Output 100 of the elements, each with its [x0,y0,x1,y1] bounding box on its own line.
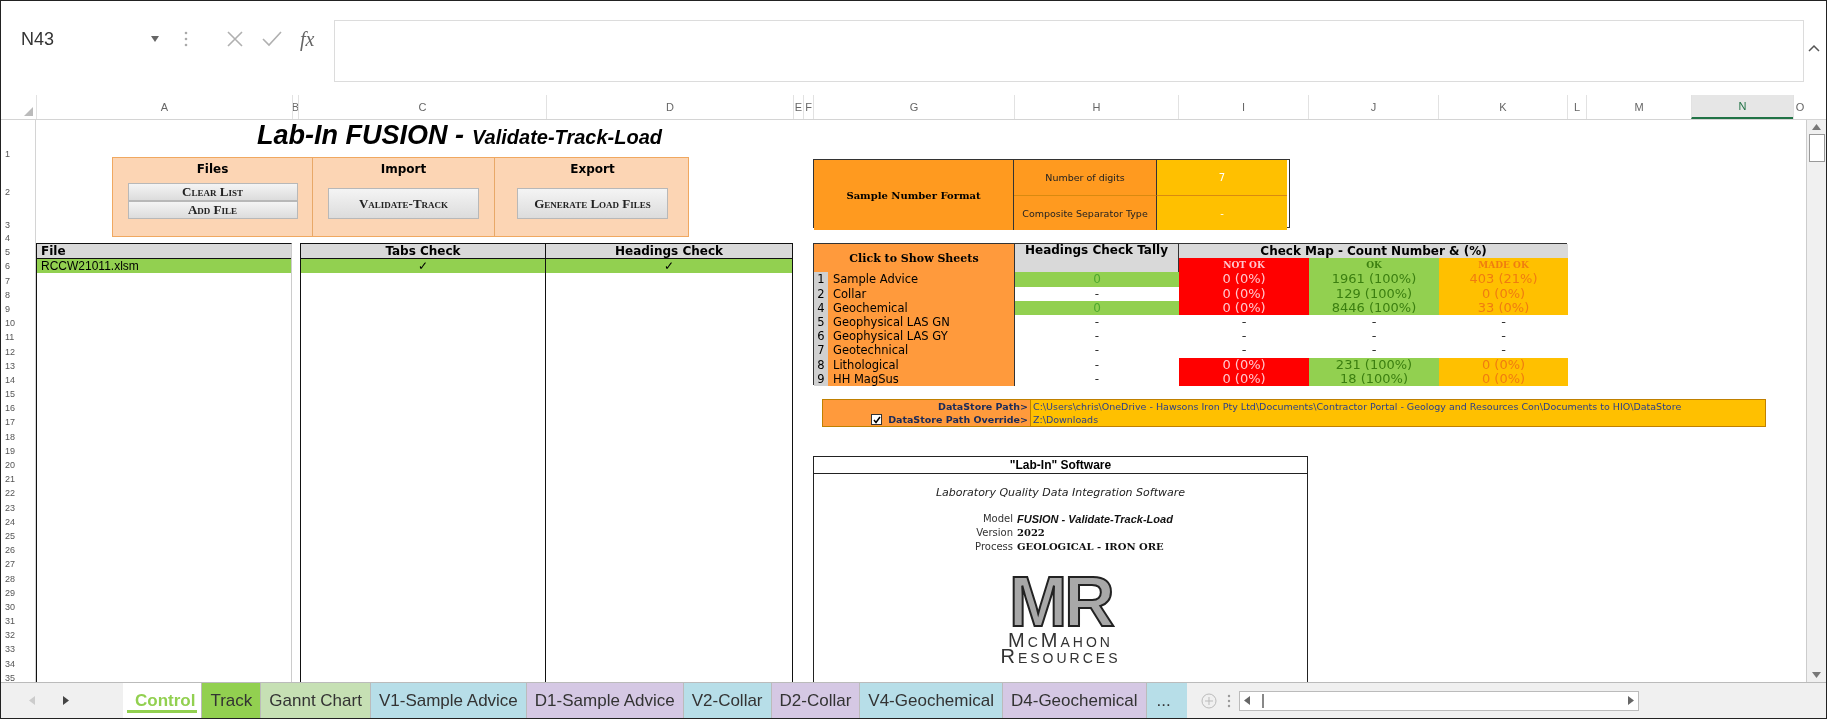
path-value[interactable]: C:\Users\chris\OneDrive - Hawsons Iron Pty Ltd\Documents\Contractor Portal - Geology and Resources Con\Documents to HIO\DataStore [1031,400,1765,414]
column-header[interactable]: C [298,95,546,119]
column-header[interactable]: D [546,95,793,119]
row-number[interactable]: 8 [1,285,36,300]
macro-button[interactable]: Add File [127,201,298,219]
row-number[interactable]: 22 [1,484,36,499]
row-number[interactable]: 29 [1,583,36,598]
table-cell: 1961 (100%) [1309,272,1439,287]
dropdown-icon[interactable] [150,36,160,42]
formula-input[interactable] [334,20,1804,82]
insert-function-button[interactable]: fx [300,27,315,51]
select-all-icon[interactable] [24,107,33,116]
sheet-tab[interactable]: V4-Geochemical [860,683,1003,718]
column-header[interactable]: G [813,95,1014,119]
group-heading: Files [196,162,229,176]
sheet-link[interactable]: Geophysical LAS GY [833,329,948,344]
path-value[interactable]: Z:\Downloads [1031,413,1765,427]
sheet-tab[interactable]: V1-Sample Advice [370,683,527,718]
name-box[interactable]: N43 [13,20,176,58]
sheet-tab[interactable]: Track [202,683,262,718]
sheet-tab[interactable]: D2-Collar [771,683,861,718]
row-number[interactable]: 26 [1,540,36,556]
column-header[interactable]: L [1567,95,1586,119]
column-header[interactable]: F [803,95,813,119]
row-number[interactable]: 17 [1,413,36,428]
column-header[interactable]: E [793,95,803,119]
column-header[interactable]: J [1308,95,1438,119]
scroll-down-icon[interactable] [1812,672,1821,678]
detail-label: Process [974,539,1013,554]
column-heading: Headings Check [546,244,792,260]
more-sheets-button[interactable]: ... [1146,683,1187,718]
row-number[interactable]: 2 [1,159,36,197]
row-number[interactable]: 25 [1,526,36,541]
column-header[interactable]: A [36,95,292,119]
sheet-tab[interactable]: D4-Geochemical [1003,683,1147,718]
column-header[interactable]: K [1438,95,1567,119]
row-number[interactable]: 11 [1,328,36,343]
row-number[interactable]: 27 [1,555,36,570]
scroll-up-icon[interactable] [1812,124,1821,130]
sheet-link[interactable]: Collar [833,286,867,301]
row-number[interactable]: 31 [1,611,36,627]
check-icon[interactable] [262,31,282,47]
row-number[interactable]: 23 [1,498,36,513]
horizontal-scrollbar[interactable] [1238,690,1639,711]
macro-button[interactable]: Validate-Track [328,188,479,219]
vertical-scrollbar[interactable] [1806,120,1826,682]
next-sheet-icon[interactable] [63,696,69,705]
row-number[interactable]: 5 [1,243,36,258]
row-number[interactable]: 3 [1,197,36,230]
checkbox[interactable] [871,414,882,426]
macro-button[interactable]: Clear List [127,183,298,201]
sheet-link[interactable]: Sample Advice [833,272,919,287]
row-number[interactable]: 6 [1,257,36,272]
row-number[interactable]: 13 [1,356,36,371]
row-number[interactable]: 7 [1,271,36,286]
row-number[interactable]: 16 [1,399,36,414]
grip-icon [1226,693,1231,708]
row-number[interactable]: 28 [1,569,36,584]
row-number[interactable]: 12 [1,342,36,357]
row-number[interactable]: 15 [1,384,36,400]
row-number[interactable]: 4 [1,230,36,243]
scroll-left-icon[interactable] [1243,696,1250,705]
macro-button[interactable]: Generate Load Files [517,188,668,219]
row-number[interactable]: 32 [1,626,36,641]
row-number[interactable]: 21 [1,470,36,485]
sheet-link[interactable]: HH MagSus [833,371,899,386]
sheet-link[interactable]: Lithological [833,357,899,372]
row-number[interactable]: 1 [1,120,36,159]
row-number[interactable]: 24 [1,512,36,527]
detail-label: Model [981,511,1013,526]
sheet-tab[interactable]: Gannt Chart [261,683,371,718]
sheet-link[interactable]: Geophysical LAS GN [833,314,950,330]
collapse-icon[interactable] [1808,44,1820,52]
row-number[interactable]: 20 [1,455,36,470]
column-header[interactable]: N [1691,95,1793,119]
sheet-tab[interactable]: V2-Collar [683,683,772,718]
panel-heading: "Lab-In" Software [814,456,1307,474]
column-heading: OK [1309,258,1439,273]
detail-value: GEOLOGICAL - IRON ORE [1017,539,1165,554]
scroll-right-icon[interactable] [1627,696,1634,705]
cancel-icon[interactable] [226,30,244,48]
row-number[interactable]: 18 [1,427,36,442]
row-number[interactable]: 19 [1,441,36,456]
column-header[interactable]: O [1793,95,1806,119]
row-number[interactable]: 34 [1,654,36,669]
column-header[interactable]: B [292,95,298,119]
row-number[interactable]: 10 [1,313,36,329]
row-number[interactable]: 14 [1,370,36,385]
row-number[interactable]: 33 [1,640,36,655]
column-header[interactable]: H [1014,95,1178,119]
field-label: Number of digits [1014,160,1157,196]
row-number[interactable]: 9 [1,299,36,314]
sheet-link[interactable]: Geotechnical [833,343,909,358]
sheet-tab[interactable]: D1-Sample Advice [526,683,684,718]
row-number[interactable]: 30 [1,597,36,612]
column-heading: File [37,244,291,260]
sheet-link[interactable]: Geochemical [833,300,908,315]
scroll-thumb[interactable] [1808,134,1825,162]
column-header[interactable]: I [1178,95,1308,119]
scroll-thumb[interactable] [1261,693,1264,708]
